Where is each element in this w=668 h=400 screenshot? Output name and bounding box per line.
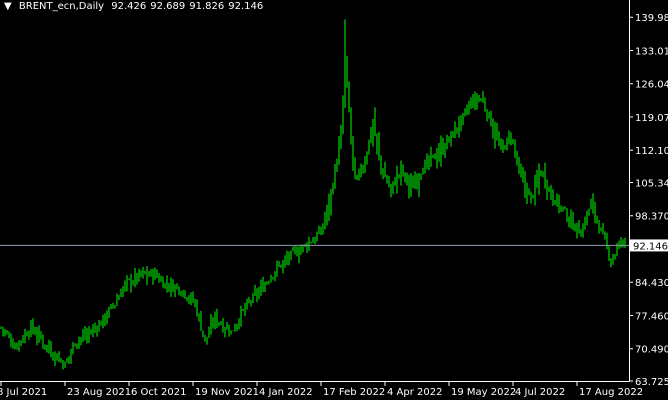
price-tick-label: 139.985: [635, 13, 668, 24]
price-tick-label: 84.430: [635, 278, 668, 289]
time-tick-label: 8 Jul 2021: [0, 387, 47, 398]
price-tick-label: 126.045: [635, 80, 668, 91]
time-tick-label: 17 Feb 2022: [323, 387, 385, 398]
price-tick-label: 77.460: [635, 311, 668, 322]
time-tick-label: 17 Aug 2022: [579, 387, 643, 398]
price-tick-label: 133.015: [635, 46, 668, 57]
price-tick-label: 98.370: [635, 212, 668, 223]
time-tick-label: 4 Apr 2022: [387, 387, 442, 398]
time-tick-label: 4 Jan 2022: [259, 387, 313, 398]
price-chart[interactable]: 139.985 133.015 126.045 119.075 112.105 105.3…: [0, 0, 668, 400]
time-tick-label: 23 Aug 2021: [67, 387, 131, 398]
time-tick-label: 6 Oct 2021: [131, 387, 186, 398]
price-tick-label: 119.075: [635, 113, 668, 124]
price-tick-label: 105.340: [635, 178, 668, 189]
time-tick-label: 4 Jul 2022: [515, 387, 565, 398]
price-tick-label: 70.490: [635, 345, 668, 356]
current-price-label: 92.146: [633, 241, 668, 252]
time-tick-label: 19 Nov 2021: [195, 387, 259, 398]
price-tick-label: 112.105: [635, 146, 668, 157]
time-tick-label: 19 May 2022: [451, 387, 516, 398]
